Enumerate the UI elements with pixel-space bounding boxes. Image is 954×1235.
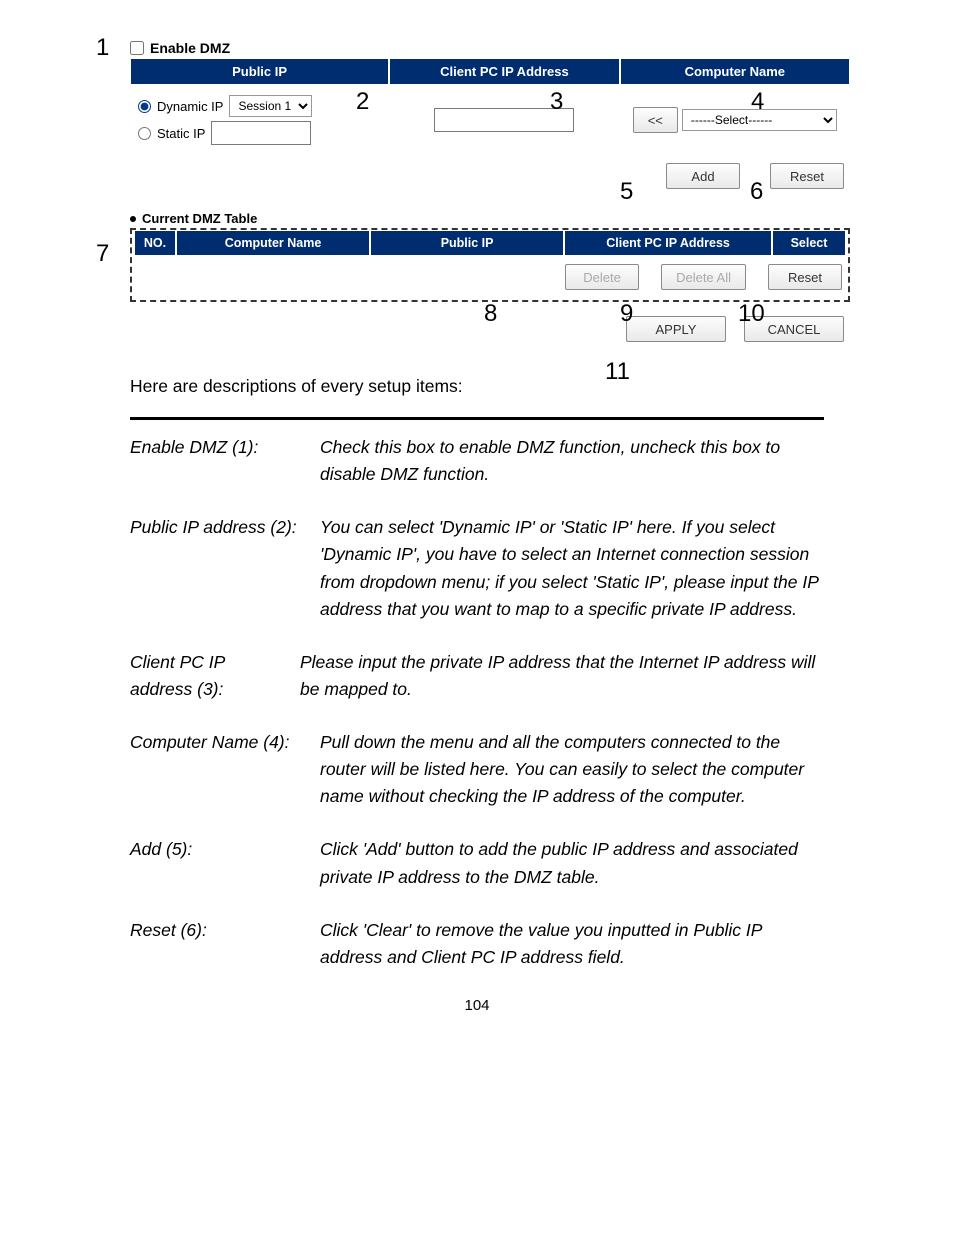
dynamic-ip-radio[interactable] (138, 100, 151, 113)
reset-button[interactable]: Reset (770, 163, 844, 189)
th-select: Select (772, 230, 846, 256)
enable-dmz-label: Enable DMZ (150, 40, 230, 56)
desc-term: Reset (6): (130, 917, 320, 971)
dmz-table-title-row: Current DMZ Table (130, 211, 850, 226)
desc-term: Add (5): (130, 836, 320, 890)
header-public-ip: Public IP (130, 58, 389, 85)
header-client-ip: Client PC IP Address (389, 58, 619, 85)
page-number: 104 (60, 997, 894, 1014)
callout-7: 7 (96, 240, 109, 268)
apply-button[interactable]: APPLY (626, 316, 726, 342)
th-no: NO. (134, 230, 176, 256)
th-computer-name: Computer Name (176, 230, 370, 256)
copy-name-button[interactable]: << (633, 107, 678, 133)
dmz-config-panel: 1 2 3 4 5 6 7 8 9 10 11 Enable DMZ Publi… (130, 40, 850, 346)
dynamic-ip-label: Dynamic IP (157, 99, 223, 114)
delete-all-button[interactable]: Delete All (661, 264, 746, 290)
desc-def: You can select 'Dynamic IP' or 'Static I… (320, 514, 824, 623)
callout-1: 1 (96, 34, 109, 62)
static-ip-input[interactable] (211, 121, 311, 145)
computer-name-select[interactable]: ------Select------ (682, 109, 837, 131)
descriptions: Enable DMZ (1): Check this box to enable… (130, 417, 824, 971)
client-ip-input[interactable] (434, 108, 574, 132)
desc-def: Click 'Clear' to remove the value you in… (320, 917, 824, 971)
desc-def: Check this box to enable DMZ function, u… (320, 434, 824, 488)
dmz-table: NO. Computer Name Public IP Client PC IP… (130, 228, 850, 302)
session-select[interactable]: Session 1 (229, 95, 312, 117)
static-ip-label: Static IP (157, 126, 205, 141)
desc-def: Click 'Add' button to add the public IP … (320, 836, 824, 890)
th-client-ip: Client PC IP Address (564, 230, 772, 256)
desc-def: Pull down the menu and all the computers… (320, 729, 824, 810)
static-ip-radio[interactable] (138, 127, 151, 140)
header-computer-name: Computer Name (620, 58, 850, 85)
dmz-table-title: Current DMZ Table (142, 211, 257, 226)
desc-term: Computer Name (4): (130, 729, 320, 810)
add-button[interactable]: Add (666, 163, 740, 189)
desc-term: Public IP address (2): (130, 514, 320, 623)
reset-table-button[interactable]: Reset (768, 264, 842, 290)
delete-button[interactable]: Delete (565, 264, 639, 290)
desc-term: Client PC IP address (3): (130, 649, 300, 703)
bullet-icon (130, 216, 136, 222)
intro-text: Here are descriptions of every setup ite… (130, 376, 894, 397)
desc-def: Please input the private IP address that… (300, 649, 824, 703)
cancel-button[interactable]: CANCEL (744, 316, 844, 342)
enable-dmz-checkbox[interactable] (130, 41, 144, 55)
th-public-ip: Public IP (370, 230, 564, 256)
desc-term: Enable DMZ (1): (130, 434, 320, 488)
